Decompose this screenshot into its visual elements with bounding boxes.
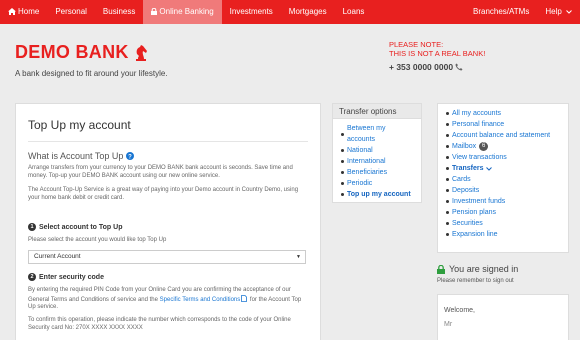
disclaimer-line-1: PLEASE NOTE: <box>389 40 444 49</box>
menu-expansion-line[interactable]: Expansion line <box>446 229 560 240</box>
signed-in-text: You are signed in <box>449 264 519 274</box>
chevron-down-icon <box>566 10 572 14</box>
welcome-label: Welcome, <box>444 307 475 314</box>
transfer-options-panel: Transfer options Between my accounts Nat… <box>332 103 422 203</box>
transfer-option-national[interactable]: National <box>341 145 413 156</box>
step-2-security-text: To confirm this operation, please indica… <box>28 317 291 331</box>
nav-help[interactable]: Help <box>537 0 580 24</box>
transfer-options-heading: Transfer options <box>333 104 421 119</box>
account-menu-panel: All my accounts Personal finance Account… <box>437 103 569 253</box>
transfer-option-between-accounts[interactable]: Between my accounts <box>341 123 413 145</box>
account-select[interactable]: Current Account ▼ <box>28 250 306 264</box>
nav-investments[interactable]: Investments <box>222 0 281 24</box>
nav-branches[interactable]: Branches/ATMs <box>465 0 537 24</box>
svg-text:?: ? <box>128 154 132 160</box>
bank-logo[interactable]: DEMO BANK <box>15 42 149 63</box>
disclaimer-note: PLEASE NOTE: THIS IS NOT A REAL BANK! <box>389 40 485 58</box>
step-1-number: 1 <box>28 223 36 231</box>
nav-personal[interactable]: Personal <box>47 0 95 24</box>
transfer-options-list: Between my accounts National Internation… <box>333 119 421 204</box>
service-paragraph: The Account Top-Up Service is a great wa… <box>28 187 299 201</box>
menu-mailbox[interactable]: Mailbox 6 <box>446 141 560 152</box>
menu-balance-statement[interactable]: Account balance and statement <box>446 130 560 141</box>
menu-pension-plans[interactable]: Pension plans <box>446 207 560 218</box>
account-select-value: Current Account <box>34 253 81 260</box>
step-2-label: Enter security code <box>39 273 104 281</box>
mailbox-count-badge: 6 <box>479 142 489 151</box>
nav-home-label: Home <box>18 7 40 16</box>
sign-out-reminder: Please remember to sign out <box>437 278 514 284</box>
bank-name: DEMO BANK <box>15 42 129 62</box>
menu-mailbox-label: Mailbox <box>452 143 477 150</box>
document-icon <box>241 294 248 302</box>
step-2-heading: 2 Enter security code <box>28 273 104 281</box>
specific-terms-link[interactable]: Specific Terms and Conditions <box>160 297 241 303</box>
home-icon <box>8 8 16 15</box>
transfer-option-international[interactable]: International <box>341 156 413 167</box>
section-subtitle-text: What is Account Top Up <box>28 151 124 161</box>
menu-transfers[interactable]: Transfers <box>446 163 560 174</box>
account-menu-list: All my accounts Personal finance Account… <box>438 104 568 244</box>
menu-cards[interactable]: Cards <box>446 174 560 185</box>
user-name: Mr <box>444 321 453 328</box>
step-2-terms: By entering the required PIN Code from y… <box>28 287 310 312</box>
welcome-box: Welcome, Mr <box>437 294 569 340</box>
page-title: Top Up my account <box>28 118 131 132</box>
nav-business[interactable]: Business <box>95 0 143 24</box>
nav-loans[interactable]: Loans <box>335 0 373 24</box>
menu-securities[interactable]: Securities <box>446 218 560 229</box>
menu-deposits[interactable]: Deposits <box>446 185 560 196</box>
top-navigation: Home Personal Business Online Banking In… <box>0 0 580 24</box>
step-1-heading: 1 Select account to Top Up <box>28 223 123 231</box>
help-icon[interactable]: ? <box>125 152 134 160</box>
transfer-option-beneficiaries[interactable]: Beneficiaries <box>341 167 413 178</box>
step-2-number: 2 <box>28 273 36 281</box>
top-up-panel: Top Up my account What is Account Top Up… <box>15 103 321 340</box>
signed-in-status: You are signed in <box>437 264 518 274</box>
nav-home[interactable]: Home <box>0 0 47 24</box>
phone-text: + 353 0000 0000 <box>389 62 454 72</box>
title-divider <box>28 141 308 142</box>
chess-knight-icon <box>135 44 147 61</box>
disclaimer-line-2: THIS IS NOT A REAL BANK! <box>389 49 486 58</box>
intro-paragraph: Arrange transfers from your currency to … <box>28 165 293 179</box>
nav-online-banking[interactable]: Online Banking <box>143 0 222 24</box>
lock-icon <box>437 264 445 274</box>
menu-personal-finance[interactable]: Personal finance <box>446 119 560 130</box>
menu-transfers-label: Transfers <box>452 165 484 172</box>
chevron-down-icon <box>485 166 492 171</box>
phone-number: + 353 0000 0000 <box>389 62 463 72</box>
menu-all-accounts[interactable]: All my accounts <box>446 108 560 119</box>
transfer-option-periodic[interactable]: Periodic <box>341 178 413 189</box>
bank-tagline: A bank designed to fit around your lifes… <box>15 69 168 78</box>
transfer-option-top-up[interactable]: Top up my account <box>341 189 413 200</box>
step-1-label: Select account to Top Up <box>39 223 123 231</box>
menu-view-transactions[interactable]: View transactions <box>446 152 560 163</box>
section-subtitle: What is Account Top Up ? <box>28 151 134 161</box>
phone-icon <box>455 63 463 71</box>
menu-investment-funds[interactable]: Investment funds <box>446 196 560 207</box>
nav-mortgages[interactable]: Mortgages <box>281 0 335 24</box>
lock-icon <box>151 7 158 15</box>
caret-down-icon: ▼ <box>296 254 301 260</box>
nav-help-label: Help <box>545 7 562 16</box>
step-1-hint: Please select the account you would like… <box>28 237 167 243</box>
nav-online-banking-label: Online Banking <box>159 7 214 16</box>
